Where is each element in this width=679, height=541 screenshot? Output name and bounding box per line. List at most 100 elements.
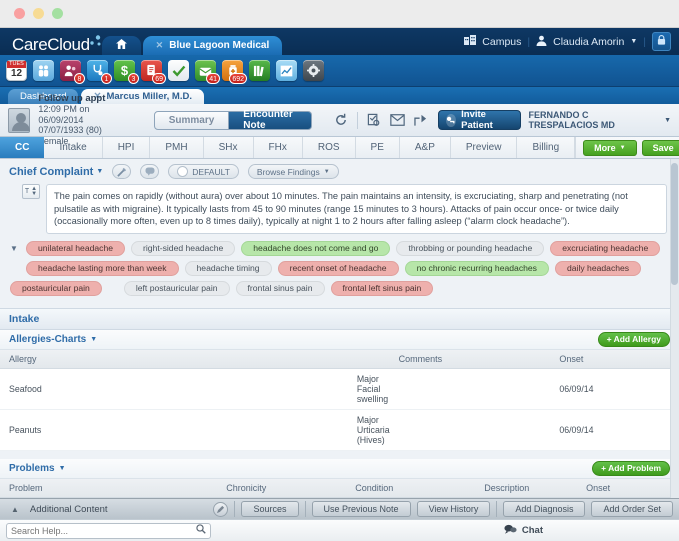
campus-label[interactable]: Campus [482, 36, 521, 48]
window-maximize-button[interactable] [52, 8, 63, 19]
finding-chip[interactable]: no chronic recurring headaches [405, 261, 549, 276]
tab-preview-label: Preview [466, 142, 502, 153]
chat-button[interactable]: Chat [504, 524, 673, 538]
chief-complaint-text[interactable]: The pain comes on rapidly (without aura)… [46, 184, 667, 234]
share-icon[interactable] [414, 112, 428, 129]
tab-pmh[interactable]: PMH [150, 137, 203, 158]
magic-wand-icon[interactable] [112, 164, 131, 179]
add-order-set-label: Add Order Set [603, 504, 661, 514]
sources-button[interactable]: Sources [241, 501, 298, 517]
search-input[interactable] [11, 526, 196, 536]
allergies-title[interactable]: Allergies-Charts [9, 334, 86, 345]
close-icon[interactable]: ✕ [156, 40, 164, 51]
comment-icon[interactable] [140, 164, 159, 179]
tab-encounter-note[interactable]: Encounter Note [229, 111, 312, 130]
patients-icon[interactable] [33, 60, 54, 81]
content-scrollbar[interactable] [670, 159, 679, 505]
default-toggle[interactable]: DEFAULT [168, 164, 239, 179]
finding-chip[interactable]: unilateral headache [26, 241, 125, 256]
refresh-icon[interactable] [334, 112, 348, 129]
table-row[interactable]: Seafood Major Facial swelling 06/09/14 [0, 368, 679, 409]
collapse-findings-icon[interactable]: ▼ [10, 241, 20, 253]
window-minimize-button[interactable] [33, 8, 44, 19]
tab-ros[interactable]: ROS [303, 137, 356, 158]
provider-selector[interactable]: FERNANDO C TRESPALACIOS MD ▼ [529, 110, 671, 130]
tab-pe[interactable]: PE [356, 137, 400, 158]
problems-title[interactable]: Problems [9, 463, 55, 474]
invite-patient-button[interactable]: Invite Patient [438, 110, 521, 130]
expand-additional-content-icon[interactable]: ▲ [6, 505, 24, 514]
chevron-down-icon[interactable]: ▼ [90, 336, 97, 343]
analytics-icon[interactable] [276, 60, 297, 81]
finding-chip[interactable]: throbbing or pounding headache [396, 241, 544, 256]
badge-count: 1 [101, 73, 112, 84]
envelope-icon[interactable] [390, 112, 405, 129]
documents-icon[interactable]: 69 [141, 60, 162, 81]
tab-billing[interactable]: Billing [517, 137, 575, 158]
user-menu-label[interactable]: Claudia Amorin [553, 36, 624, 48]
more-button[interactable]: More ▼ [583, 140, 636, 156]
pencil-icon[interactable] [213, 502, 228, 517]
tab-ap[interactable]: A&P [400, 137, 451, 158]
campus-icon [464, 35, 476, 48]
add-diagnosis-label: Add Diagnosis [515, 504, 573, 514]
finding-chip[interactable]: frontal sinus pain [236, 281, 325, 296]
add-order-set-button[interactable]: Add Order Set [591, 501, 673, 517]
window-close-button[interactable] [14, 8, 25, 19]
tab-fhx[interactable]: FHx [254, 137, 303, 158]
tab-cc[interactable]: CC [0, 137, 44, 158]
workspace-tab-blue-lagoon[interactable]: ✕ Blue Lagoon Medical [143, 36, 283, 55]
finding-chip[interactable]: right-sided headache [131, 241, 235, 256]
column-allergy: Allergy [0, 350, 348, 369]
browse-findings-button[interactable]: Browse Findings ▼ [248, 164, 339, 179]
finding-chip[interactable]: recent onset of headache [278, 261, 399, 276]
finding-chip[interactable]: daily headaches [555, 261, 641, 276]
chief-complaint-title[interactable]: Chief Complaint [9, 166, 93, 178]
finding-chip[interactable]: left postauricular pain [124, 281, 230, 296]
chevron-down-icon[interactable]: ▼ [630, 38, 637, 45]
tab-hpi[interactable]: HPI [103, 137, 151, 158]
divider: | [527, 36, 530, 48]
app-window: CareCloud ✕ Blue Lagoon Medical [0, 0, 679, 541]
tab-preview[interactable]: Preview [451, 137, 518, 158]
clinical-icon[interactable]: 1 [87, 60, 108, 81]
reports-icon[interactable] [249, 60, 270, 81]
save-button[interactable]: Save [642, 140, 679, 156]
window-titlebar [0, 0, 679, 28]
finding-chip[interactable]: headache lasting more than week [26, 261, 179, 276]
allergies-subsection-header: Allergies-Charts ▼ + Add Allergy [0, 330, 679, 350]
tab-shx[interactable]: SHx [204, 137, 254, 158]
search-help-box[interactable] [6, 523, 211, 539]
table-row[interactable]: Peanuts Major Urticaria (Hives) 06/09/14 [0, 409, 679, 450]
use-previous-note-button[interactable]: Use Previous Note [312, 501, 411, 517]
tasks-icon[interactable] [168, 60, 189, 81]
tab-pe-label: PE [371, 142, 384, 153]
finding-chip[interactable]: postauricular pain [10, 281, 102, 296]
calendar-icon[interactable]: TUES 12 [6, 60, 27, 81]
inbox-icon[interactable]: 41 [195, 60, 216, 81]
scrollbar-thumb[interactable] [671, 163, 678, 285]
finding-chip[interactable]: frontal left sinus pain [331, 281, 434, 296]
add-allergy-button[interactable]: + Add Allergy [598, 332, 670, 347]
tab-summary-label: Summary [169, 115, 215, 126]
sign-note-icon[interactable] [367, 112, 381, 129]
chevron-down-icon[interactable]: ▼ [96, 168, 103, 175]
tab-summary[interactable]: Summary [154, 111, 230, 130]
settings-icon[interactable] [303, 60, 324, 81]
finding-chip[interactable]: headache timing [185, 261, 272, 276]
add-diagnosis-button[interactable]: Add Diagnosis [503, 501, 585, 517]
pharmacy-icon[interactable]: 692 [222, 60, 243, 81]
chevron-down-icon[interactable]: ▼ [59, 465, 66, 472]
tab-intake[interactable]: Intake [44, 137, 102, 158]
lock-button[interactable] [652, 32, 671, 51]
finding-chip[interactable]: excruciating headache [550, 241, 660, 256]
add-problem-button[interactable]: + Add Problem [592, 461, 670, 476]
text-size-stepper[interactable]: T ▲▼ [22, 184, 40, 199]
finding-chip[interactable]: headache does not come and go [241, 241, 390, 256]
messages-icon[interactable]: 8 [60, 60, 81, 81]
search-icon[interactable] [196, 524, 206, 537]
view-history-button[interactable]: View History [417, 501, 491, 517]
billing-icon[interactable]: $ 3 [114, 60, 135, 81]
intake-section-header[interactable]: Intake [0, 308, 679, 330]
home-tab[interactable] [102, 36, 141, 55]
